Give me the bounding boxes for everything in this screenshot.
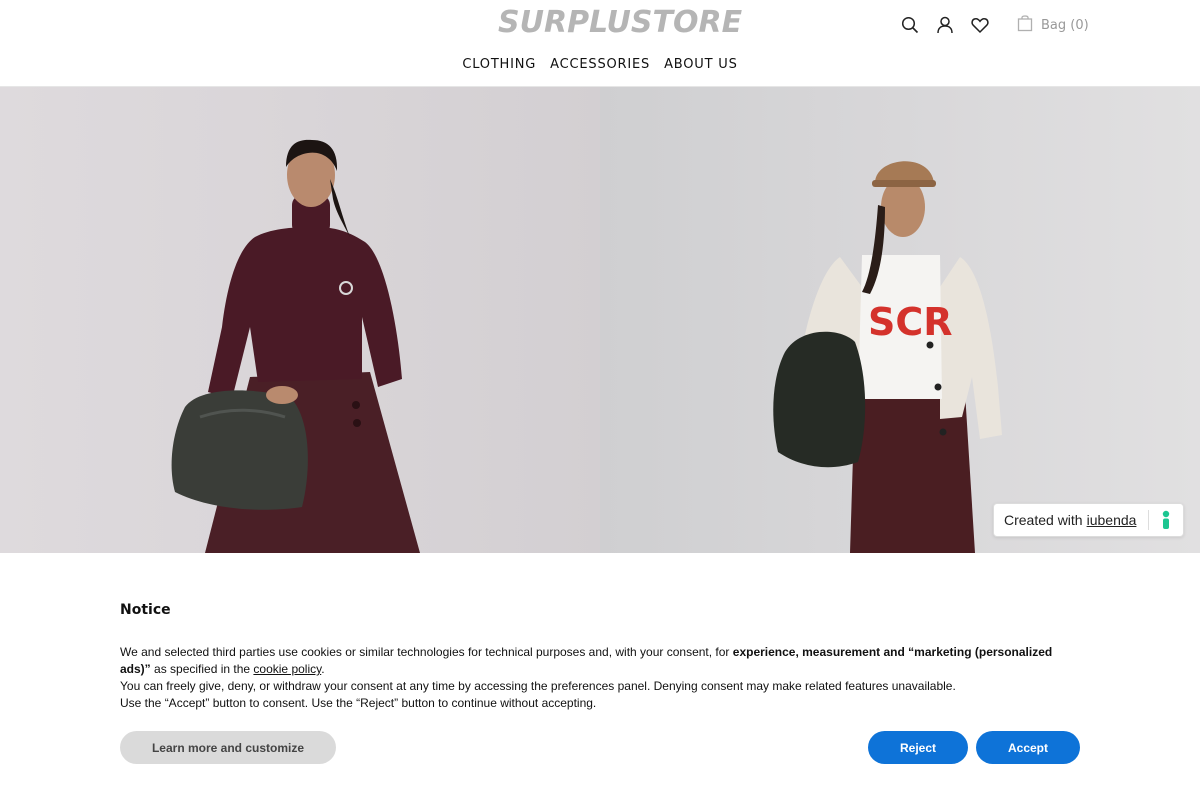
nav-item-about-us[interactable]: ABOUT US (664, 57, 738, 72)
bag-label: Bag (0) (1041, 17, 1089, 33)
notice-paragraph-3: Use the “Accept” button to consent. Use … (120, 696, 597, 710)
hero-image-left[interactable] (0, 87, 600, 553)
brand-logo[interactable]: SURPLUSTORE (498, 4, 742, 42)
notice-paragraph-2: You can freely give, deny, or withdraw y… (120, 679, 956, 693)
iubenda-link[interactable]: iubenda (1087, 512, 1137, 528)
svg-text:SCR: SCR (868, 300, 953, 344)
accept-button[interactable]: Accept (976, 731, 1080, 764)
bag-icon (1017, 14, 1033, 37)
notice-body: We and selected third parties use cookie… (120, 644, 1070, 712)
user-icon[interactable] (935, 15, 955, 35)
learn-more-button[interactable]: Learn more and customize (120, 731, 336, 764)
nav-item-accessories[interactable]: ACCESSORIES (550, 57, 650, 72)
main-nav: CLOTHING ACCESSORIES ABOUT US (0, 57, 1200, 72)
nav-item-clothing[interactable]: CLOTHING (462, 57, 536, 72)
notice-text: We and selected third parties use cookie… (120, 645, 733, 659)
iubenda-logo-icon (1159, 510, 1173, 530)
cookie-policy-link[interactable]: cookie policy (253, 662, 321, 676)
badge-divider (1148, 510, 1150, 530)
badge-prefix: Created with (1004, 512, 1083, 528)
cookie-notice: Notice We and selected third parties use… (0, 553, 1200, 800)
reject-button[interactable]: Reject (868, 731, 968, 764)
iubenda-badge[interactable]: Created with iubenda (993, 503, 1184, 537)
site-header: SURPLUSTORE Bag (0) CLOTHING ACCESSORIES… (0, 0, 1200, 87)
search-icon[interactable] (900, 15, 920, 35)
hero-image-right[interactable]: SCR (600, 87, 1200, 553)
bag-button[interactable]: Bag (0) (1017, 14, 1089, 37)
header-actions: Bag (0) (900, 12, 1089, 38)
notice-paragraph-1: We and selected third parties use cookie… (120, 644, 1070, 678)
notice-title: Notice (120, 602, 171, 618)
heart-icon[interactable] (970, 15, 990, 35)
hero-banner: SCR (0, 87, 1200, 553)
notice-text: . (321, 662, 325, 676)
notice-text: as specified in the (150, 662, 254, 676)
